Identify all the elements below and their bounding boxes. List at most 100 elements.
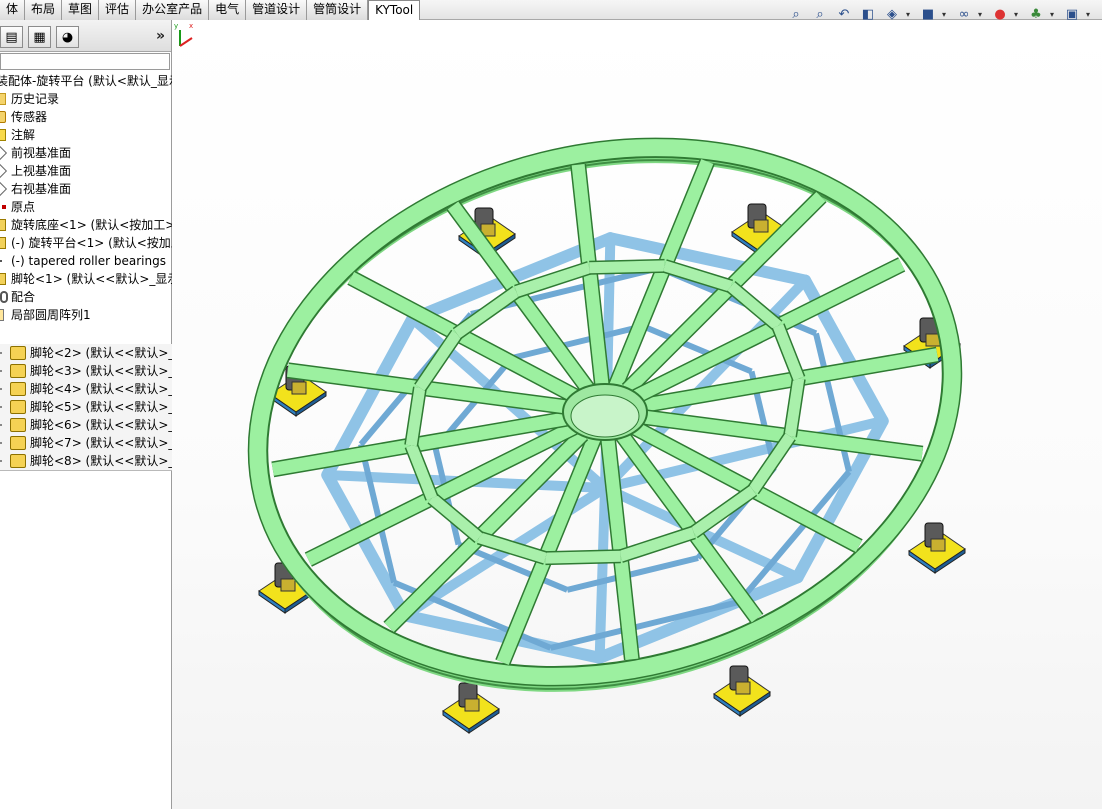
part-icon [0,260,2,262]
tree-item-caster-pattern[interactable]: 脚轮<4> (默认<<默认>_显 [0,380,177,398]
tree-item-mates[interactable]: 配合 [0,288,180,306]
tab-7[interactable]: 管筒设计 [307,0,369,20]
caster-bracket [930,538,946,552]
tree-connector [0,442,2,444]
tree-item-caster-pattern[interactable]: 脚轮<2> (默认<<默认>_显 [0,344,177,362]
tab-5[interactable]: 电气 [209,0,247,20]
assembly-model[interactable] [172,20,1102,809]
dropdown-caret-icon[interactable]: ▾ [1086,10,1094,19]
caster-bracket [735,681,751,695]
platform-brace [589,260,665,274]
component-icon [10,382,26,396]
tree-item-origin[interactable]: 原点 [0,198,180,216]
tree-connector [0,460,2,462]
tree-item-caster-pattern[interactable]: 脚轮<6> (默认<<默认>_显 [0,416,177,434]
tab-6[interactable]: 管道设计 [246,0,308,20]
tab-1[interactable]: 布局 [25,0,63,20]
tree-item-label: 脚轮<8> (默认<<默认>_显 [30,454,177,468]
dropdown-caret-icon[interactable]: ▾ [1050,10,1058,19]
tree-root-label: 装配体-旋转平台 (默认<默认_显示 [0,74,180,88]
component-icon [10,436,26,450]
display-manager-icon[interactable]: ◕ [56,26,79,48]
platform-brace [545,550,621,564]
part-icon [0,219,6,231]
triad-x-label: x [189,22,193,30]
dropdown-caret-icon[interactable]: ▾ [906,10,914,19]
tab-0[interactable]: 体 [0,0,26,20]
mate-icon [0,291,8,303]
tree-connector [0,424,2,426]
tree-item-caster-pattern[interactable]: 脚轮<5> (默认<<默认>_显 [0,398,177,416]
tree-item-sensors[interactable]: 传感器 [0,108,180,126]
caster-bracket [464,698,480,712]
dropdown-caret-icon[interactable]: ▾ [942,10,950,19]
caster-bracket [291,381,307,395]
command-manager-tabbar: 体布局 草图 评估 办公室产品 电气 管道设计 管筒设计 KYTool ⌕ ⌕ ↶ ◧ ◈ ▾ ■ ▾ ∞ ▾ ●… [0,0,1102,22]
history-icon [0,93,6,105]
feature-manager-icon[interactable]: ▤ [0,26,23,48]
tree-item-label: 脚轮<6> (默认<<默认>_显 [30,418,177,432]
feature-manager-panel: ▤ ▦ ◕ » 装配体-旋转平台 (默认<默认_显示 历史记录 传感器 注解 前… [0,20,180,809]
tree-root[interactable]: 装配体-旋转平台 (默认<默认_显示 [0,72,180,90]
component-icon [10,454,26,468]
triad-y-label: y [174,22,178,30]
annotation-icon [0,129,6,141]
platform-hub-hole [570,394,640,438]
tree-filter-input[interactable] [0,53,170,70]
tab-3[interactable]: 评估 [99,0,137,20]
sensor-icon [0,111,6,123]
graphics-area[interactable]: y x [172,20,1102,809]
tree-item-annotations[interactable]: 注解 [0,126,180,144]
tab-4[interactable]: 办公室产品 [136,0,210,20]
plane-icon [0,145,8,161]
caster-wheel [908,522,966,574]
part-icon [0,237,6,249]
tree-item-caster-1[interactable]: 脚轮<1> (默认<<默认>_显示 [0,270,180,288]
tree-item-label: 脚轮<3> (默认<<默认>_显 [30,364,177,378]
tree-connector [0,406,2,408]
tree-item-bearing[interactable]: (-) tapered roller bearings [0,252,180,270]
tree-item-history[interactable]: 历史记录 [0,90,180,108]
plane-icon [0,163,8,179]
plane-icon [0,181,8,197]
component-icon [10,418,26,432]
tree-item-top-plane[interactable]: 上视基准面 [0,162,180,180]
caster-wheel [713,665,771,717]
tree-item-base[interactable]: 旋转底座<1> (默认<按加工> [0,216,180,234]
tree-item-right-plane[interactable]: 右视基准面 [0,180,180,198]
caster-wheel [442,682,500,734]
tab-2[interactable]: 草图 [62,0,100,20]
tree-item-label: 脚轮<2> (默认<<默认>_显 [30,346,177,360]
panel-tabs: ▤ ▦ ◕ » [0,20,171,52]
feature-tree: 装配体-旋转平台 (默认<默认_显示 历史记录 传感器 注解 前视基准面 上视基… [0,72,180,324]
tree-connector [0,370,2,372]
tree-item-platform[interactable]: (-) 旋转平台<1> (默认<按加工 [0,234,180,252]
pattern-icon [0,309,4,321]
component-icon [10,400,26,414]
dropdown-caret-icon[interactable]: ▾ [978,10,986,19]
tree-connector [0,352,2,354]
caster-bracket [753,219,769,233]
part-icon [0,273,6,285]
command-tabs: 体布局 草图 评估 办公室产品 电气 管道设计 管筒设计 KYTool [0,0,421,21]
component-icon [10,364,26,378]
tree-item-label: 脚轮<5> (默认<<默认>_显 [30,400,177,414]
reference-triad: y x [174,22,193,47]
tree-item-front-plane[interactable]: 前视基准面 [0,144,180,162]
pattern-items: 脚轮<2> (默认<<默认>_显 脚轮<3> (默认<<默认>_显 脚轮<4> (默… [0,344,178,471]
tree-item-caster-pattern[interactable]: 脚轮<3> (默认<<默认>_显 [0,362,177,380]
expand-panel-button[interactable]: » [156,28,165,44]
component-icon [10,346,26,360]
tree-item-label: 脚轮<7> (默认<<默认>_显 [30,436,177,450]
tree-connector [0,388,2,390]
tab-8[interactable]: KYTool [368,0,421,21]
property-manager-icon[interactable]: ▦ [28,26,51,48]
tree-item-label: 脚轮<4> (默认<<默认>_显 [30,382,177,396]
origin-icon [2,205,6,209]
tree-item-caster-pattern[interactable]: 脚轮<8> (默认<<默认>_显 [0,452,177,470]
tree-item-pattern[interactable]: 局部圆周阵列1 [0,306,180,324]
dropdown-caret-icon[interactable]: ▾ [1014,10,1022,19]
platform-brace [727,282,782,331]
platform-brace [618,527,696,562]
tree-item-caster-pattern[interactable]: 脚轮<7> (默认<<默认>_显 [0,434,177,452]
